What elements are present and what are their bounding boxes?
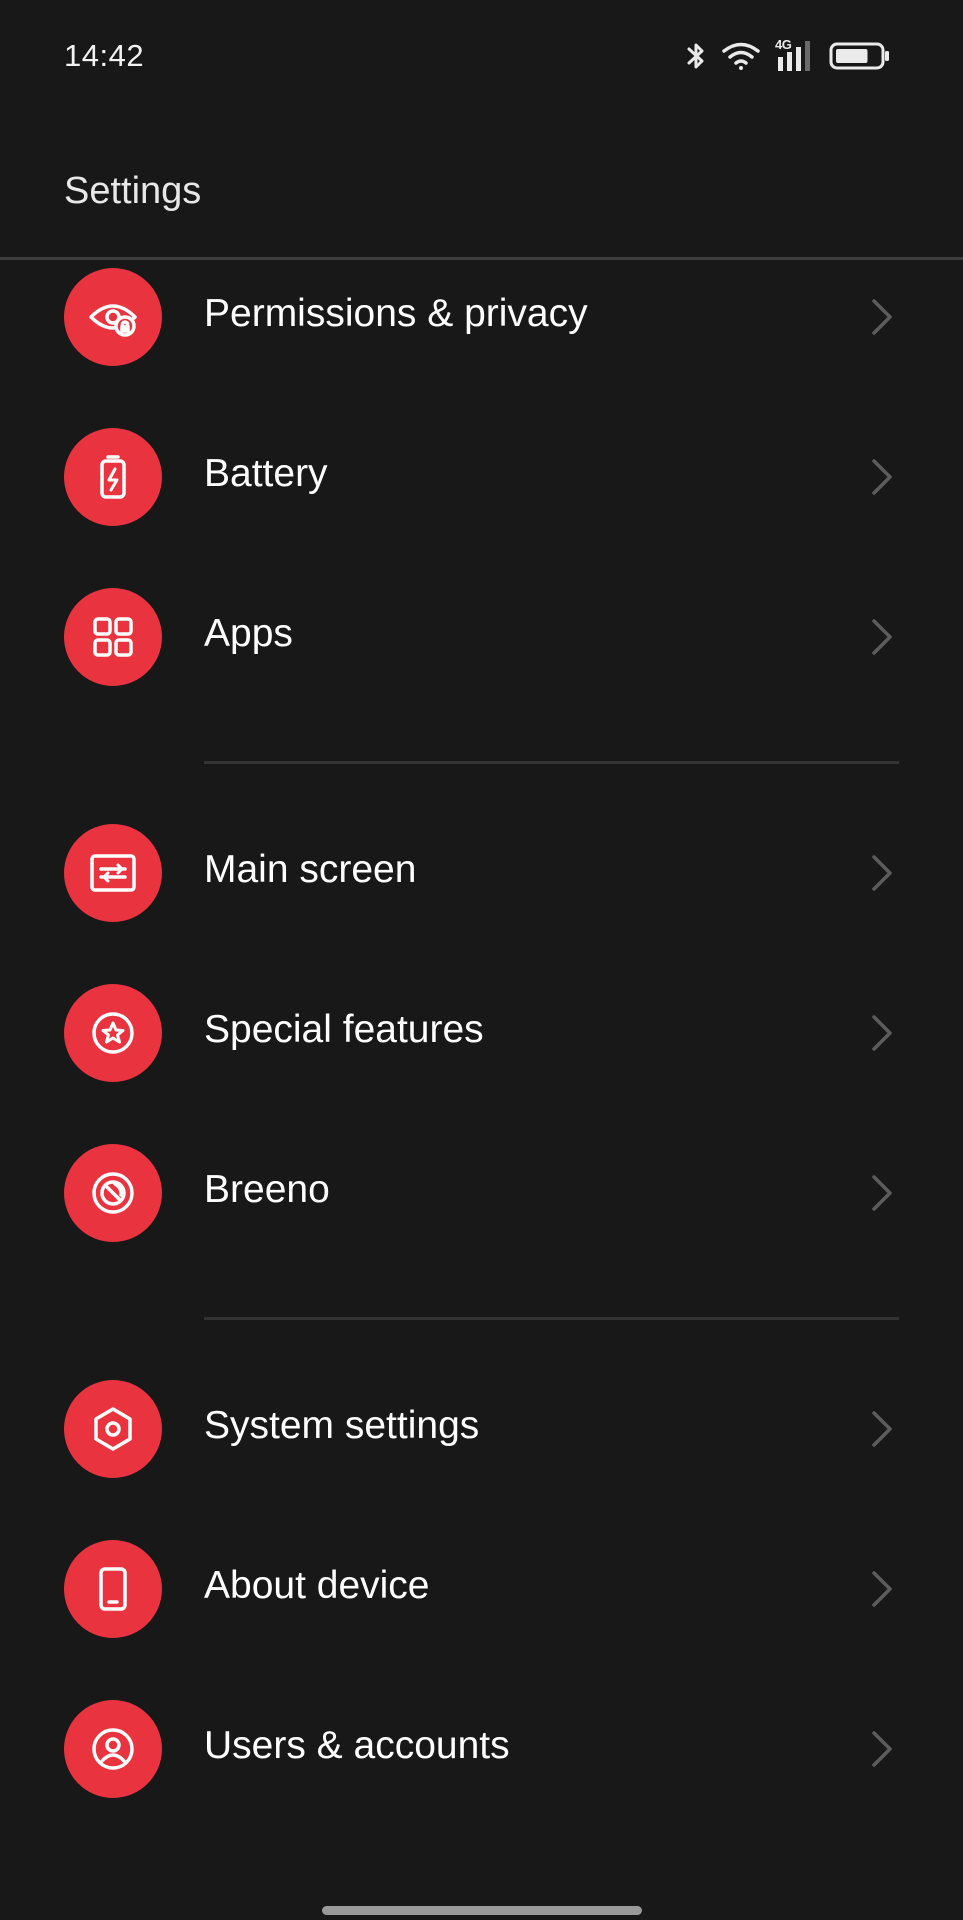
star-icon — [64, 984, 162, 1082]
settings-item-permissions-privacy[interactable]: Permissions & privacy — [0, 237, 963, 397]
settings-item-system-settings[interactable]: System settings — [0, 1349, 963, 1509]
chevron-right-icon — [872, 619, 892, 655]
user-icon — [64, 1700, 162, 1798]
settings-item-about-device[interactable]: About device — [0, 1509, 963, 1669]
privacy-eye-icon — [64, 268, 162, 366]
settings-item-main-screen[interactable]: Main screen — [0, 793, 963, 953]
settings-item-label: Main screen — [204, 848, 417, 891]
wifi-icon — [721, 41, 761, 71]
hexagon-gear-icon — [64, 1380, 162, 1478]
settings-item-battery[interactable]: Battery — [0, 397, 963, 557]
status-bar: 14:42 4G — [0, 0, 963, 110]
breeno-icon — [64, 1144, 162, 1242]
chevron-right-icon — [872, 1015, 892, 1051]
battery-icon — [64, 428, 162, 526]
home-indicator[interactable] — [322, 1906, 642, 1915]
settings-item-label: About device — [204, 1564, 430, 1607]
settings-item-label: Users & accounts — [204, 1724, 510, 1767]
chevron-right-icon — [872, 1175, 892, 1211]
bluetooth-icon — [685, 40, 707, 72]
settings-item-label: System settings — [204, 1404, 480, 1447]
settings-item-label: Apps — [204, 612, 293, 655]
settings-item-special-features[interactable]: Special features — [0, 953, 963, 1113]
settings-item-apps[interactable]: Apps — [0, 557, 963, 717]
settings-item-label: Special features — [204, 1008, 484, 1051]
group-divider — [204, 761, 899, 764]
chevron-right-icon — [872, 1571, 892, 1607]
chevron-right-icon — [872, 855, 892, 891]
header: Settings — [0, 110, 963, 258]
settings-item-breeno[interactable]: Breeno — [0, 1113, 963, 1273]
settings-item-label: Breeno — [204, 1168, 330, 1211]
settings-item-users-accounts[interactable]: Users & accounts — [0, 1669, 963, 1829]
page-title: Settings — [64, 170, 202, 212]
main-screen-icon — [64, 824, 162, 922]
phone-icon — [64, 1540, 162, 1638]
status-time: 14:42 — [64, 38, 145, 73]
chevron-right-icon — [872, 1411, 892, 1447]
settings-item-label: Permissions & privacy — [204, 292, 588, 335]
apps-grid-icon — [64, 588, 162, 686]
chevron-right-icon — [872, 459, 892, 495]
battery-icon — [829, 42, 891, 70]
cellular-signal-icon: 4G — [775, 37, 815, 73]
settings-item-label: Battery — [204, 452, 328, 495]
chevron-right-icon — [872, 299, 892, 335]
group-divider — [204, 1317, 899, 1320]
status-icons: 4G — [685, 36, 891, 76]
chevron-right-icon — [872, 1731, 892, 1767]
